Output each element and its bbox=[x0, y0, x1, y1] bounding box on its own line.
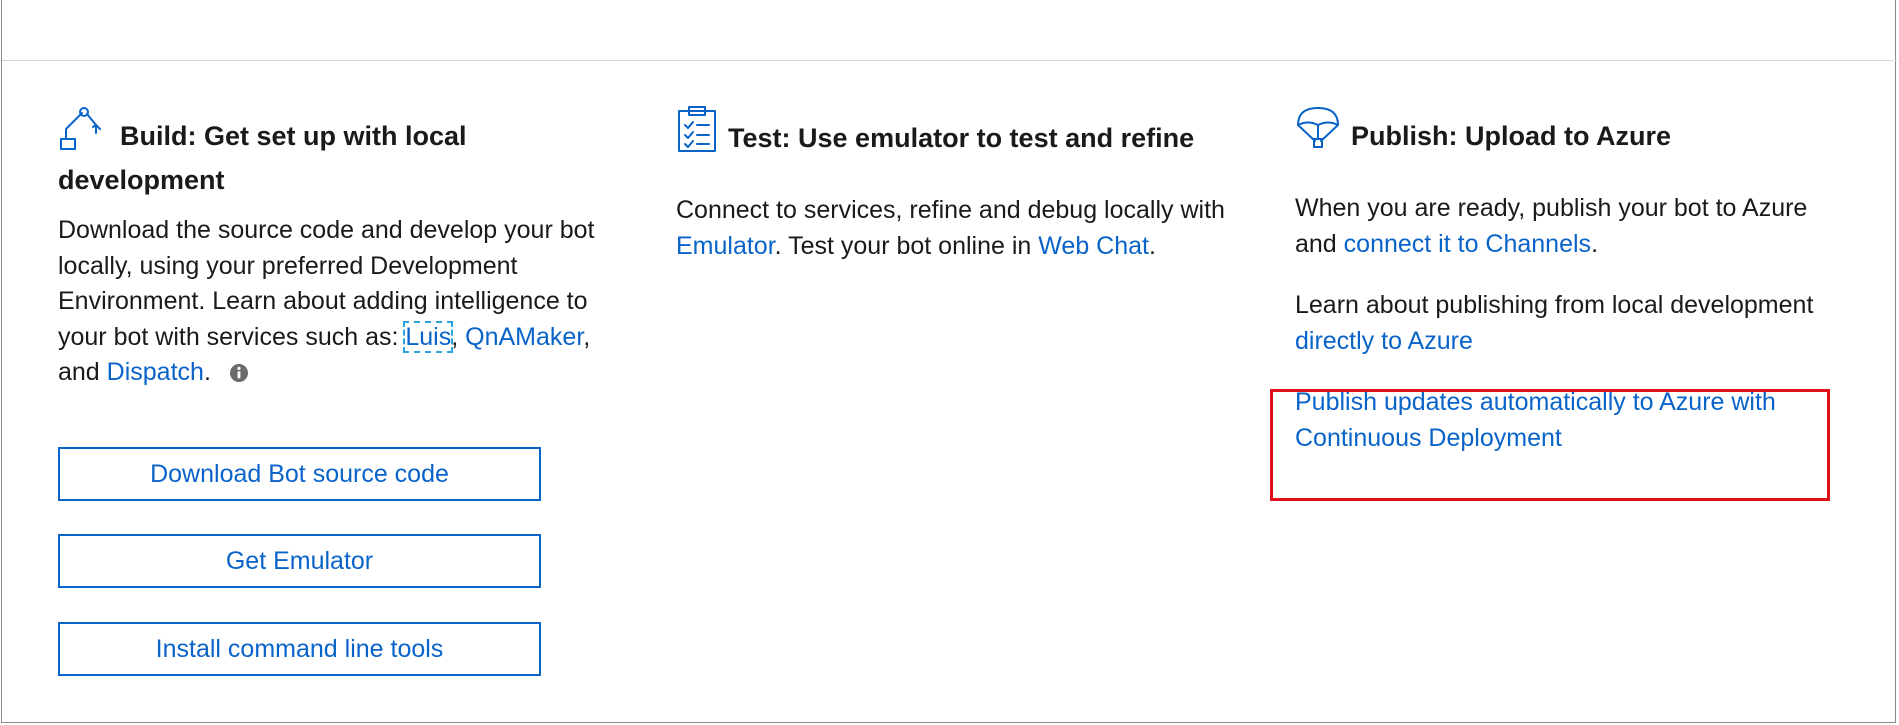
test-heading: Test: Use emulator to test and refine bbox=[676, 105, 1236, 163]
test-desc-text-1: Connect to services, refine and debug lo… bbox=[676, 196, 1225, 224]
test-heading-bold: Test: bbox=[728, 123, 791, 153]
test-desc-text-3: . bbox=[1148, 231, 1156, 260]
clipboard-checklist-icon bbox=[676, 105, 718, 163]
publish-description-1: When you are ready, publish your bot to … bbox=[1295, 191, 1855, 262]
publish-heading-text: Upload to Azure bbox=[1457, 121, 1671, 151]
build-desc-text-2: , bbox=[451, 322, 466, 351]
build-description: Download the source code and develop you… bbox=[58, 213, 618, 394]
info-icon[interactable] bbox=[229, 358, 249, 394]
directly-to-azure-link[interactable]: directly to Azure bbox=[1295, 327, 1473, 355]
test-section: Test: Use emulator to test and refine Co… bbox=[676, 105, 1236, 264]
emulator-link[interactable]: Emulator bbox=[676, 232, 775, 260]
qnamaker-link[interactable]: QnAMaker bbox=[465, 323, 583, 351]
download-bot-source-button[interactable]: Download Bot source code bbox=[58, 447, 541, 501]
publish-desc1-text-2: . bbox=[1591, 229, 1599, 258]
publish-description-2: Learn about publishing from local develo… bbox=[1295, 288, 1855, 359]
test-heading-text: Use emulator to test and refine bbox=[790, 123, 1195, 153]
publish-heading-bold: Publish: bbox=[1351, 121, 1458, 151]
top-divider bbox=[2, 60, 1897, 61]
web-chat-link[interactable]: Web Chat bbox=[1038, 232, 1149, 260]
build-heading-bold: Build: bbox=[120, 121, 197, 151]
robot-arm-icon bbox=[58, 105, 110, 161]
build-section: Build: Get set up with local development… bbox=[58, 105, 618, 676]
connect-channels-link[interactable]: connect it to Channels bbox=[1344, 230, 1591, 258]
highlight-box bbox=[1270, 389, 1830, 501]
publish-desc2-text-1: Learn about publishing from local develo… bbox=[1295, 291, 1814, 319]
build-heading: Build: Get set up with local development bbox=[58, 105, 618, 199]
install-cli-tools-button[interactable]: Install command line tools bbox=[58, 622, 541, 676]
parachute-icon bbox=[1295, 105, 1341, 161]
luis-link[interactable]: Luis bbox=[403, 320, 454, 353]
test-description: Connect to services, refine and debug lo… bbox=[676, 193, 1236, 264]
test-desc-text-2: . Test your bot online in bbox=[774, 231, 1039, 260]
get-emulator-button[interactable]: Get Emulator bbox=[58, 534, 541, 588]
build-desc-text-4: . bbox=[203, 358, 211, 386]
publish-heading: Publish: Upload to Azure bbox=[1295, 105, 1855, 161]
dispatch-link[interactable]: Dispatch bbox=[107, 358, 204, 386]
